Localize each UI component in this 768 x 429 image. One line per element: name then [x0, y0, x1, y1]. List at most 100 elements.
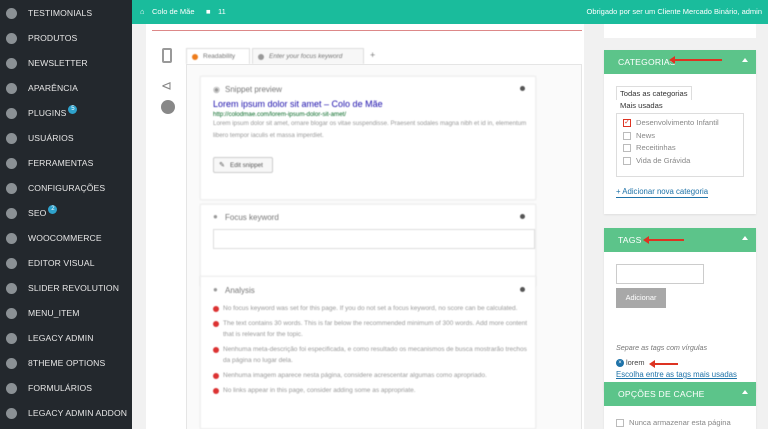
add-keyword-tab[interactable]: +	[370, 50, 375, 60]
account-greeting[interactable]: Obrigado por ser um Cliente Mercado Biná…	[587, 7, 763, 16]
sidebar-item-label: PRODUTOS	[28, 33, 78, 43]
add-tag-button[interactable]: Adicionar	[616, 288, 666, 308]
cache-box: OPÇÕES DE CACHE Nunca armazenar esta pág…	[604, 382, 756, 429]
focus-keyword-input[interactable]	[213, 229, 535, 249]
collapse-arrow-icon[interactable]	[742, 58, 748, 62]
comment-icon[interactable]: ■	[206, 7, 211, 16]
snippet-preview-heading: Snippet preview	[225, 85, 282, 94]
site-name-link[interactable]: Colo de Mãe	[152, 7, 195, 16]
sidebar-item-configura-es[interactable]: CONFIGURAÇÕES	[0, 177, 132, 201]
category-list: ✓ Desenvolvimento Infantil News Receitinhas…	[616, 113, 744, 177]
category-checkbox[interactable]: ✓	[623, 119, 631, 127]
home-icon[interactable]: ⌂	[140, 7, 145, 16]
sidebar-item-usu-rios[interactable]: USUÁRIOS	[0, 127, 132, 151]
document-icon[interactable]	[162, 48, 172, 63]
keyword-status-icon	[258, 54, 264, 60]
analysis-list: No focus keyword was set for this page. …	[213, 303, 531, 400]
collapse-arrow-icon[interactable]	[742, 390, 748, 394]
comments-count[interactable]: 11	[218, 7, 226, 16]
category-item: News	[623, 130, 743, 142]
sidebar-item-woocommerce[interactable]: WOOCOMMERCE	[0, 227, 132, 251]
sidebar-item-label: TESTIMONIALS	[28, 8, 93, 18]
categories-header[interactable]: CATEGORIAS	[604, 50, 756, 74]
sidebar-item-plugins[interactable]: PLUGINS 5	[0, 102, 132, 126]
collapse-arrow-icon[interactable]	[742, 236, 748, 240]
right-sidebar: CATEGORIAS Todas as categorias Mais usad…	[588, 24, 768, 429]
analysis-item: The text contains 30 words. This is far …	[213, 318, 531, 340]
tags-box: TAGS Adicionar Separe as tags com vírgul…	[604, 228, 756, 391]
sidebar-item-testimonials[interactable]: TESTIMONIALS	[0, 2, 132, 26]
snippet-title[interactable]: Lorem ipsum dolor sit amet – Colo de Mãe	[213, 99, 383, 109]
theme-icon	[6, 358, 17, 369]
tab-all-categories[interactable]: Todas as categorias	[620, 88, 688, 100]
pencil-icon: ✎	[219, 162, 225, 169]
sidebar-item-label: MENU_ITEM	[28, 308, 80, 318]
sidebar-item-menu-item[interactable]: MENU_ITEM	[0, 302, 132, 326]
collapse-icon[interactable]	[520, 86, 525, 91]
sidebar-item-produtos[interactable]: PRODUTOS	[0, 27, 132, 51]
category-checkbox[interactable]	[623, 131, 631, 140]
tab-most-used[interactable]: Mais usadas	[620, 100, 663, 112]
sidebar-item-label: CONFIGURAÇÕES	[28, 183, 106, 193]
sidebar-item-legacy-admin-addon[interactable]: LEGACY ADMIN ADDON	[0, 402, 132, 426]
choose-most-used-tags-link[interactable]: Escolha entre as tags mais usadas	[616, 370, 737, 379]
cache-header[interactable]: OPÇÕES DE CACHE	[604, 382, 756, 406]
analysis-text: Nenhuma imagem aparece nesta página, con…	[223, 372, 487, 379]
eye-icon: ◉	[213, 85, 220, 94]
collapse-icon[interactable]	[520, 287, 525, 292]
settings-icon	[6, 183, 17, 194]
tab-focus-keyword[interactable]: Enter your focus keyword	[252, 48, 364, 64]
analysis-item: No links appear in this page, consider a…	[213, 385, 531, 396]
edit-snippet-button[interactable]: ✎ Edit snippet	[213, 157, 273, 173]
sidebar-item-ferramentas[interactable]: FERRAMENTAS	[0, 152, 132, 176]
status-dot-icon	[213, 347, 219, 353]
update-count-badge: 5	[68, 105, 78, 114]
plug-icon	[6, 108, 17, 119]
tab-focus-keyword-label: Enter your focus keyword	[269, 53, 343, 60]
main-content: ⊲ Readability Enter your focus keyword +…	[132, 24, 588, 429]
gear-icon	[6, 8, 17, 19]
sidebar-item-label: SEO 2	[28, 205, 58, 218]
settings-icon[interactable]	[161, 100, 175, 114]
share-icon[interactable]: ⊲	[161, 78, 172, 94]
add-category-link[interactable]: + Adicionar nova categoria	[616, 187, 709, 198]
categories-title: CATEGORIAS	[618, 57, 676, 67]
seo-icon	[6, 208, 17, 219]
separator-line	[152, 30, 582, 31]
sidebar-item-editor-visual[interactable]: EDITOR VISUAL	[0, 252, 132, 276]
sidebar-item-formul-rios[interactable]: FORMULÁRIOS	[0, 377, 132, 401]
focus-keyword-panel: ● Focus keyword	[200, 204, 536, 286]
sidebar-item-newsletter[interactable]: NEWSLETTER	[0, 52, 132, 76]
mail-icon	[6, 58, 17, 69]
sidebar-item-label: LEGACY ADMIN	[28, 333, 94, 343]
remove-tag-icon[interactable]: ×	[616, 359, 624, 367]
admin-topbar: ⌂ Colo de Mãe ■ 11 Obrigado por ser um C…	[132, 0, 768, 24]
category-checkbox[interactable]	[623, 156, 631, 165]
sidebar-item-slider-revolution[interactable]: SLIDER REVOLUTION	[0, 277, 132, 301]
sidebar-item-label: EDITOR VISUAL	[28, 258, 95, 268]
category-label: News	[636, 130, 655, 140]
tags-input[interactable]	[616, 264, 704, 284]
tab-readability[interactable]: Readability	[186, 48, 250, 64]
sidebar-item-apar-ncia[interactable]: APARÊNCIA	[0, 77, 132, 101]
analysis-text: The text contains 30 words. This is far …	[223, 320, 528, 338]
collapse-icon[interactable]	[520, 214, 525, 219]
cache-title: OPÇÕES DE CACHE	[618, 389, 705, 399]
sidebar-item-label: USUÁRIOS	[28, 133, 74, 143]
sidebar-item-8theme-options[interactable]: 8THEME OPTIONS	[0, 352, 132, 376]
snippet-description: Lorem ipsum dolor sit amet, ornare bloga…	[213, 120, 527, 139]
analysis-item: No focus keyword was set for this page. …	[213, 303, 531, 314]
woocommerce-icon	[6, 233, 17, 244]
sidebar-item-label: PLUGINS 5	[28, 105, 78, 118]
sidebar-item-label: WOOCOMMERCE	[28, 233, 102, 243]
category-checkbox[interactable]	[623, 144, 631, 152]
gear-icon	[6, 33, 17, 44]
categories-box: CATEGORIAS Todas as categorias Mais usad…	[604, 50, 756, 214]
never-cache-label: Nunca armazenar esta página	[629, 418, 731, 427]
sidebar-item-seo[interactable]: SEO 2	[0, 202, 132, 226]
sidebar-item-label: 8THEME OPTIONS	[28, 358, 106, 368]
never-cache-checkbox[interactable]	[616, 419, 624, 427]
sidebar-item-legacy-admin[interactable]: LEGACY ADMIN	[0, 327, 132, 351]
editor-icon	[6, 258, 17, 269]
brush-icon	[6, 83, 17, 94]
